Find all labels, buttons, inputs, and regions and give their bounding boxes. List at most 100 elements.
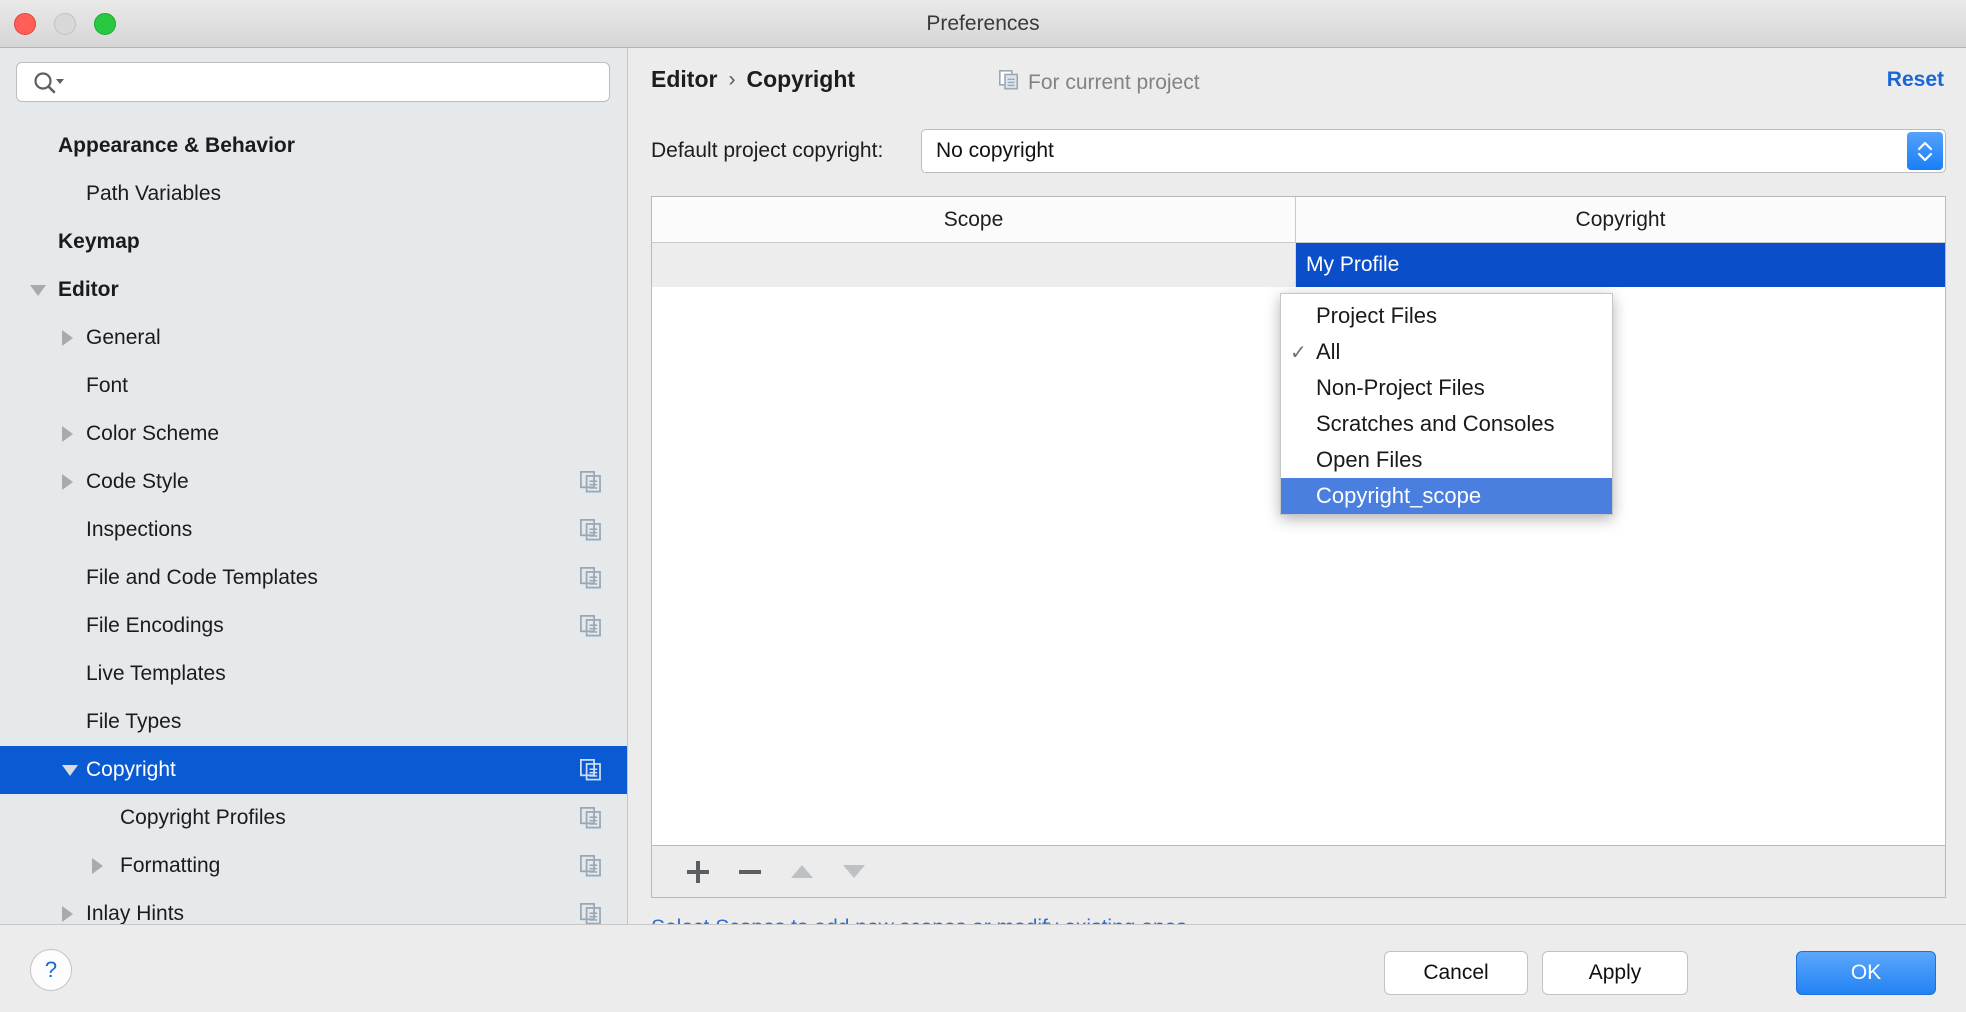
menu-item-copyright-scope[interactable]: Copyright_scope bbox=[1281, 478, 1612, 514]
triangle-down-icon bbox=[843, 865, 865, 878]
apply-button[interactable]: Apply bbox=[1542, 951, 1688, 995]
breadcrumb-separator: › bbox=[728, 68, 735, 92]
sidebar-item-font[interactable]: Font bbox=[0, 362, 628, 410]
scope-dropdown-menu: Project Files✓AllNon-Project FilesScratc… bbox=[1280, 293, 1613, 515]
sidebar-item-label: Inspections bbox=[86, 518, 192, 542]
copy-pages-icon bbox=[580, 903, 602, 924]
chevron-down-icon[interactable] bbox=[30, 285, 46, 296]
cell-scope[interactable] bbox=[652, 243, 1296, 287]
column-header-scope[interactable]: Scope bbox=[652, 197, 1296, 242]
sidebar-item-label: Color Scheme bbox=[86, 422, 219, 446]
default-copyright-row: Default project copyright: No copyright bbox=[651, 128, 1946, 174]
chevron-right-icon[interactable] bbox=[62, 906, 73, 922]
sidebar-item-inspections[interactable]: Inspections bbox=[0, 506, 628, 554]
copy-pages-icon bbox=[580, 567, 602, 589]
chevron-right-icon[interactable] bbox=[62, 474, 73, 490]
sidebar-item-label: Path Variables bbox=[86, 182, 221, 206]
menu-item-label: All bbox=[1316, 339, 1340, 365]
move-up-button[interactable] bbox=[776, 852, 828, 892]
sidebar-item-color-scheme[interactable]: Color Scheme bbox=[0, 410, 628, 458]
sidebar-item-label: Copyright Profiles bbox=[120, 806, 286, 830]
menu-item-label: Copyright_scope bbox=[1316, 483, 1481, 509]
preferences-window: Preferences Appearance & Behavior Path Va… bbox=[0, 0, 1966, 1012]
settings-tree: Appearance & Behavior Path Variables Keyma… bbox=[0, 122, 628, 922]
settings-sidebar: Appearance & Behavior Path Variables Keyma… bbox=[0, 48, 628, 924]
menu-item-project-files[interactable]: Project Files bbox=[1281, 298, 1612, 334]
help-button[interactable]: ? bbox=[30, 949, 72, 991]
sidebar-item-label: File Encodings bbox=[86, 614, 224, 638]
copy-pages-icon bbox=[580, 855, 602, 877]
copy-pages-icon bbox=[580, 759, 602, 781]
breadcrumb-current: Copyright bbox=[746, 66, 855, 93]
sidebar-item-copyright[interactable]: Copyright bbox=[0, 746, 628, 794]
add-scope-button[interactable] bbox=[672, 852, 724, 892]
table-row[interactable]: My Profile bbox=[652, 243, 1945, 287]
breadcrumb: Editor › Copyright bbox=[651, 66, 855, 93]
chevron-right-icon[interactable] bbox=[62, 426, 73, 442]
sidebar-item-label: Copyright bbox=[86, 758, 176, 782]
menu-item-scratches-and-consoles[interactable]: Scratches and Consoles bbox=[1281, 406, 1612, 442]
chevron-right-icon[interactable] bbox=[62, 330, 73, 346]
chevron-down-icon[interactable] bbox=[62, 765, 78, 776]
sidebar-item-label: Inlay Hints bbox=[86, 902, 184, 924]
table-header-row: Scope Copyright bbox=[652, 197, 1945, 243]
sidebar-item-label: Font bbox=[86, 374, 128, 398]
breadcrumb-parent[interactable]: Editor bbox=[651, 66, 717, 93]
sidebar-item-label: File Types bbox=[86, 710, 181, 734]
sidebar-item-code-style[interactable]: Code Style bbox=[0, 458, 628, 506]
search-input[interactable] bbox=[16, 62, 610, 102]
sidebar-item-keymap[interactable]: Keymap bbox=[0, 218, 628, 266]
sidebar-item-file-encodings[interactable]: File Encodings bbox=[0, 602, 628, 650]
move-down-button[interactable] bbox=[828, 852, 880, 892]
sidebar-item-label: General bbox=[86, 326, 161, 350]
updown-chevron-icon[interactable] bbox=[1907, 132, 1943, 170]
for-current-project-label: For current project bbox=[1028, 71, 1200, 95]
copy-pages-icon bbox=[580, 471, 602, 493]
sidebar-item-label: Appearance & Behavior bbox=[58, 134, 295, 158]
dialog-button-bar: ? Cancel Apply OK bbox=[0, 924, 1966, 1012]
for-current-project-badge: For current project bbox=[999, 70, 1200, 96]
search-field-wrapper bbox=[16, 62, 610, 102]
sidebar-item-live-templates[interactable]: Live Templates bbox=[0, 650, 628, 698]
plus-icon bbox=[687, 861, 709, 883]
menu-item-label: Open Files bbox=[1316, 447, 1422, 473]
cell-copyright[interactable]: My Profile bbox=[1296, 243, 1945, 287]
reset-link[interactable]: Reset bbox=[1887, 68, 1944, 92]
sidebar-item-label: Formatting bbox=[120, 854, 220, 878]
menu-item-label: Project Files bbox=[1316, 303, 1437, 329]
default-copyright-combobox[interactable]: No copyright bbox=[921, 129, 1946, 173]
ok-button[interactable]: OK bbox=[1796, 951, 1936, 995]
sidebar-item-general[interactable]: General bbox=[0, 314, 628, 362]
default-copyright-value: No copyright bbox=[936, 139, 1054, 163]
sidebar-item-copyright-profiles[interactable]: Copyright Profiles bbox=[0, 794, 628, 842]
sidebar-item-label: Live Templates bbox=[86, 662, 226, 686]
default-copyright-label: Default project copyright: bbox=[651, 139, 921, 163]
menu-item-open-files[interactable]: Open Files bbox=[1281, 442, 1612, 478]
sidebar-item-file-and-code-templates[interactable]: File and Code Templates bbox=[0, 554, 628, 602]
copy-pages-icon bbox=[580, 807, 602, 829]
column-header-copyright[interactable]: Copyright bbox=[1296, 197, 1945, 242]
menu-item-label: Non-Project Files bbox=[1316, 375, 1485, 401]
sidebar-item-formatting[interactable]: Formatting bbox=[0, 842, 628, 890]
triangle-up-icon bbox=[791, 865, 813, 878]
sidebar-item-file-types[interactable]: File Types bbox=[0, 698, 628, 746]
sidebar-item-inlay-hints[interactable]: Inlay Hints bbox=[0, 890, 628, 924]
menu-item-all[interactable]: ✓All bbox=[1281, 334, 1612, 370]
menu-item-non-project-files[interactable]: Non-Project Files bbox=[1281, 370, 1612, 406]
menu-item-label: Scratches and Consoles bbox=[1316, 411, 1554, 437]
sidebar-item-path-variables[interactable]: Path Variables bbox=[0, 170, 628, 218]
cancel-button[interactable]: Cancel bbox=[1384, 951, 1528, 995]
chevron-right-icon[interactable] bbox=[92, 858, 103, 874]
sidebar-item-label: File and Code Templates bbox=[86, 566, 318, 590]
table-toolbar bbox=[651, 846, 1946, 898]
copy-pages-icon bbox=[580, 615, 602, 637]
checkmark-icon: ✓ bbox=[1290, 340, 1316, 365]
minus-icon bbox=[739, 861, 761, 883]
window-title: Preferences bbox=[0, 0, 1966, 47]
remove-scope-button[interactable] bbox=[724, 852, 776, 892]
sidebar-item-editor[interactable]: Editor bbox=[0, 266, 628, 314]
settings-content-panel: Editor › Copyright For current project R… bbox=[629, 48, 1966, 924]
copy-pages-icon bbox=[580, 519, 602, 541]
copy-pages-icon bbox=[999, 70, 1019, 96]
sidebar-item-appearance-behavior[interactable]: Appearance & Behavior bbox=[0, 122, 628, 170]
